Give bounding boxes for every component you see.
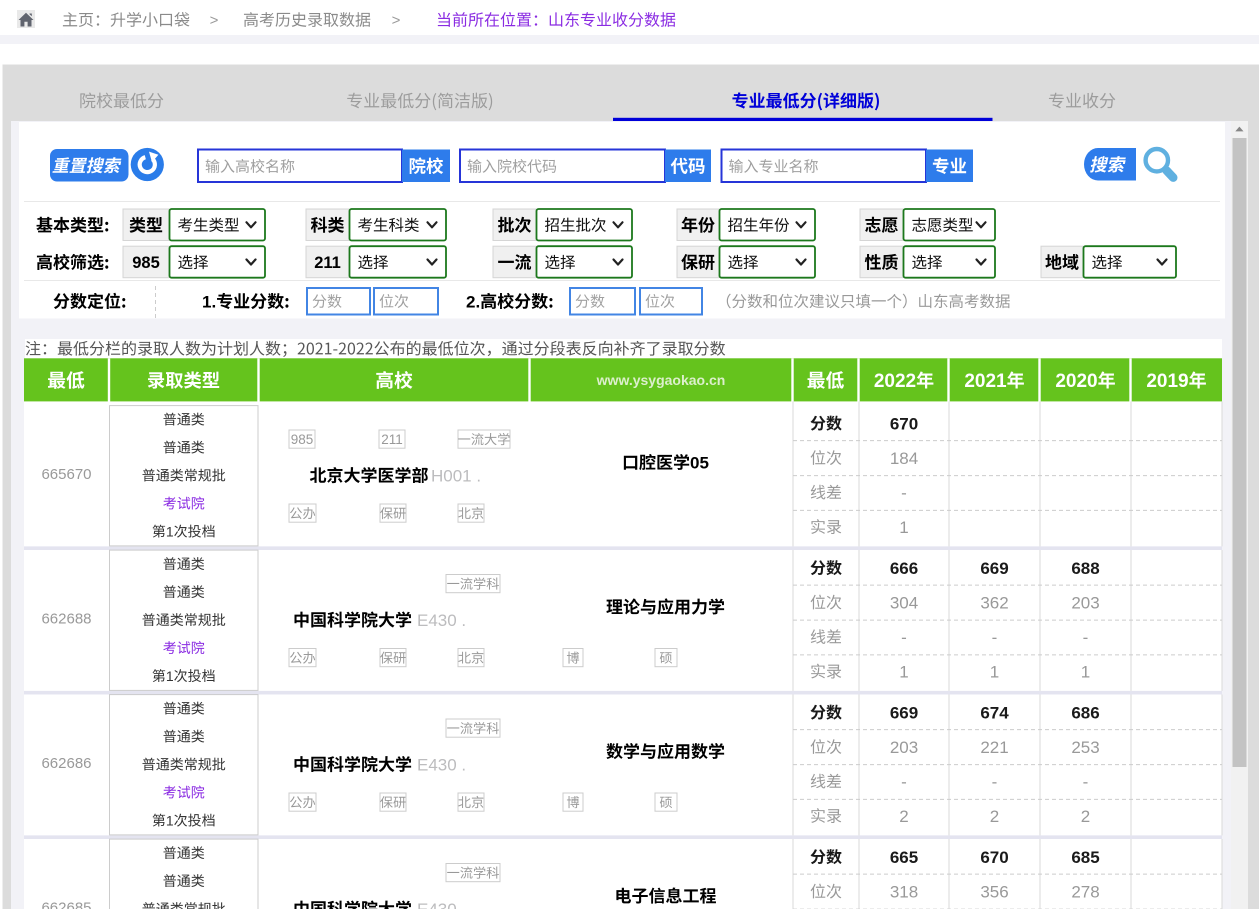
svg-text:669: 669: [980, 559, 1008, 578]
svg-text:2: 2: [1081, 807, 1090, 826]
svg-text:665670: 665670: [41, 466, 91, 483]
svg-text:2: 2: [990, 807, 999, 826]
svg-text:-: -: [992, 628, 998, 647]
svg-text:www.ysygaokao.cn: www.ysygaokao.cn: [596, 372, 726, 388]
svg-text:304: 304: [890, 593, 918, 612]
svg-text:05: 05: [690, 454, 709, 473]
svg-text:2022: 2022: [874, 371, 916, 392]
svg-text:E430 .: E430 .: [417, 900, 466, 909]
svg-text:362: 362: [980, 593, 1008, 612]
svg-text:2020: 2020: [1055, 371, 1097, 392]
svg-text:686: 686: [1071, 703, 1099, 722]
svg-text:318: 318: [890, 882, 918, 901]
svg-text:E430 .: E430 .: [417, 755, 466, 774]
svg-text:1: 1: [166, 523, 174, 539]
svg-text:662688: 662688: [41, 611, 91, 628]
svg-text:253: 253: [1071, 738, 1099, 757]
svg-text:211: 211: [314, 254, 341, 272]
svg-text:2.: 2.: [466, 292, 480, 311]
svg-text:2021: 2021: [964, 371, 1007, 392]
svg-text:-: -: [901, 483, 907, 502]
svg-text:662686: 662686: [41, 755, 91, 772]
svg-text:-: -: [901, 772, 907, 791]
svg-text:2: 2: [899, 807, 908, 826]
svg-text:985: 985: [132, 254, 160, 272]
svg-text:H001 .: H001 .: [431, 466, 481, 485]
svg-text:>: >: [210, 12, 219, 29]
svg-text:221: 221: [980, 738, 1008, 757]
svg-text:985: 985: [291, 432, 314, 447]
svg-text:1: 1: [166, 668, 174, 684]
svg-text:669: 669: [890, 703, 918, 722]
svg-text:211: 211: [381, 432, 403, 447]
svg-text:1: 1: [166, 812, 174, 828]
svg-text:688: 688: [1071, 559, 1099, 578]
svg-text:666: 666: [890, 559, 918, 578]
svg-text:278: 278: [1071, 882, 1099, 901]
svg-text:2019: 2019: [1146, 371, 1188, 392]
svg-text:674: 674: [980, 703, 1009, 722]
svg-text:665: 665: [890, 848, 918, 867]
svg-text:>: >: [392, 12, 401, 29]
svg-text:1: 1: [899, 518, 908, 537]
svg-text:184: 184: [890, 449, 918, 468]
svg-text:685: 685: [1071, 848, 1099, 867]
svg-text:1.: 1.: [202, 292, 216, 311]
svg-text:-: -: [1083, 628, 1089, 647]
svg-text:1: 1: [899, 662, 908, 681]
svg-text:-: -: [901, 628, 907, 647]
svg-text:203: 203: [1071, 593, 1099, 612]
svg-text:670: 670: [980, 848, 1008, 867]
svg-text:-: -: [1083, 772, 1089, 791]
svg-text:E430 .: E430 .: [417, 611, 466, 630]
svg-text:356: 356: [980, 882, 1008, 901]
svg-text:662685: 662685: [41, 900, 91, 909]
svg-text:670: 670: [890, 414, 918, 433]
svg-text:-: -: [992, 772, 998, 791]
svg-text:1: 1: [1081, 662, 1090, 681]
svg-text:203: 203: [890, 738, 918, 757]
svg-text:1: 1: [990, 662, 999, 681]
